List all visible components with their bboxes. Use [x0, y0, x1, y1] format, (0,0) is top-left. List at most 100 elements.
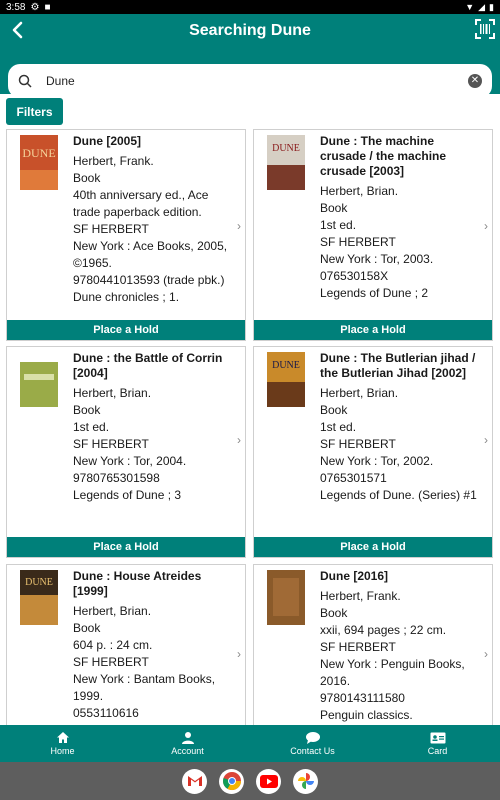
result-isbn: 0553110616 — [73, 706, 139, 720]
battery-icon: ▮ — [489, 1, 494, 12]
result-title: Dune [2005] — [73, 134, 142, 148]
result-call-number: SF HERBERT — [73, 222, 149, 236]
book-cover-image: DUNE — [20, 570, 58, 625]
search-input[interactable] — [46, 74, 468, 88]
filters-button[interactable]: Filters — [6, 98, 63, 125]
result-title: Dune [2016] — [320, 569, 389, 583]
result-card[interactable]: DUNE Dune : The Butlerian jihad / the Bu… — [253, 346, 493, 558]
result-publisher: New York : Ace Books, 2005, ©1965. — [73, 239, 228, 270]
book-cover-image — [267, 570, 305, 625]
clear-search-button[interactable]: ✕ — [468, 74, 482, 88]
nav-home[interactable]: Home — [0, 725, 125, 762]
result-author: Herbert, Brian. — [320, 386, 399, 400]
photos-icon — [297, 773, 314, 789]
result-format: Book — [73, 621, 101, 635]
chat-icon — [305, 732, 320, 744]
result-card[interactable]: DUNE Dune [2005] Herbert, Frank. Book 40… — [6, 129, 246, 341]
result-format: Book — [320, 201, 348, 215]
result-call-number: SF HERBERT — [320, 235, 396, 249]
result-publisher: New York : Penguin Books, 2016. — [320, 657, 465, 688]
close-icon: ✕ — [470, 75, 480, 86]
nav-label: Contact Us — [290, 746, 335, 756]
result-author: Herbert, Frank. — [73, 154, 154, 168]
result-publisher: New York : Tor, 2004. — [73, 454, 187, 468]
result-call-number: SF HERBERT — [320, 640, 396, 654]
chevron-right-icon: › — [237, 647, 241, 661]
result-format: Book — [73, 403, 101, 417]
chevron-right-icon: › — [237, 219, 241, 233]
youtube-app[interactable] — [256, 768, 281, 794]
chrome-app[interactable] — [219, 768, 244, 794]
svg-text:DUNE: DUNE — [272, 360, 300, 371]
result-series: Dune chronicles ; 1. — [73, 290, 180, 304]
chevron-right-icon: › — [484, 219, 488, 233]
nav-label: Home — [50, 746, 75, 756]
settings-status-icon: ⚙ — [30, 1, 40, 13]
book-cover-image: DUNE — [267, 135, 305, 190]
place-hold-button[interactable]: Place a Hold — [254, 320, 492, 340]
result-author: Herbert, Brian. — [73, 604, 152, 618]
barcode-scan-button[interactable] — [474, 18, 495, 39]
status-bar: 3:58 ⚙ ■ ▼ ◢ ▮ — [0, 0, 500, 14]
photos-app[interactable] — [293, 768, 318, 794]
youtube-icon — [259, 774, 278, 788]
home-icon — [56, 732, 69, 743]
results-list: DUNE Dune [2005] Herbert, Frank. Book 40… — [0, 128, 500, 725]
nav-contact-us[interactable]: Contact Us — [250, 725, 375, 762]
barcode-scan-icon — [475, 19, 495, 39]
result-info: Dune : The Butlerian jihad / the Butleri… — [320, 351, 478, 504]
result-edition: 604 p. : 24 cm. — [73, 638, 153, 652]
nav-account[interactable]: Account — [125, 725, 250, 762]
result-series: Legends of Dune ; 2 — [320, 286, 429, 300]
result-card[interactable]: DUNE Dune : House Atreides [1999] Herber… — [6, 564, 246, 725]
system-taskbar — [0, 762, 500, 800]
svg-text:DUNE: DUNE — [25, 577, 53, 588]
gmail-app[interactable] — [182, 768, 207, 794]
result-call-number: SF HERBERT — [320, 437, 396, 451]
chevron-right-icon: › — [484, 647, 488, 661]
result-edition: 1st ed. — [73, 420, 110, 434]
chevron-right-icon: › — [484, 433, 488, 447]
result-call-number: SF HERBERT — [73, 655, 149, 669]
result-info: Dune : the Battle of Corrin [2004] Herbe… — [73, 351, 231, 504]
bottom-nav: Home Account Contact Us Card — [0, 725, 500, 762]
notification-status-icon: ■ — [44, 1, 51, 13]
result-publisher: New York : Tor, 2003. — [320, 252, 434, 266]
result-info: Dune [2005] Herbert, Frank. Book 40th an… — [73, 134, 231, 306]
result-info: Dune [2016] Herbert, Frank. Book xxii, 6… — [320, 569, 478, 724]
result-edition: 1st ed. — [320, 420, 357, 434]
wifi-icon: ▼ — [465, 2, 475, 12]
result-call-number: SF HERBERT — [73, 437, 149, 451]
card-icon — [430, 732, 445, 743]
result-title: Dune : House Atreides [1999] — [73, 569, 202, 598]
place-hold-button[interactable]: Place a Hold — [254, 537, 492, 557]
result-format: Book — [73, 171, 101, 185]
signal-icon: ◢ — [478, 1, 486, 12]
book-cover-image — [20, 352, 58, 407]
nav-card[interactable]: Card — [375, 725, 500, 762]
result-format: Book — [320, 403, 348, 417]
result-title: Dune : the Battle of Corrin [2004] — [73, 351, 223, 380]
gmail-icon — [187, 776, 202, 786]
result-format: Book — [320, 606, 348, 620]
result-isbn: 9780765301598 — [73, 471, 160, 485]
nav-label: Card — [427, 745, 448, 756]
chrome-icon — [222, 772, 241, 791]
result-series: Legends of Dune ; 3 — [73, 488, 182, 502]
page-title: Searching Dune — [189, 22, 311, 39]
result-title: Dune : The machine crusade / the machine… — [320, 134, 447, 178]
result-edition: 40th anniversary ed., Ace trade paperbac… — [73, 188, 209, 219]
place-hold-button[interactable]: Place a Hold — [7, 537, 245, 557]
place-hold-button[interactable]: Place a Hold — [7, 320, 245, 340]
svg-text:DUNE: DUNE — [22, 146, 55, 160]
result-card[interactable]: Dune : the Battle of Corrin [2004] Herbe… — [6, 346, 246, 558]
nav-label: Account — [171, 746, 204, 756]
result-series: Legends of Dune. (Series) #1 — [320, 488, 477, 502]
result-author: Herbert, Brian. — [320, 184, 399, 198]
book-cover-image: DUNE — [267, 352, 305, 407]
result-edition: xxii, 694 pages ; 22 cm. — [320, 623, 447, 637]
result-card[interactable]: Dune [2016] Herbert, Frank. Book xxii, 6… — [253, 564, 493, 725]
result-isbn: 076530158X — [320, 269, 389, 283]
result-card[interactable]: DUNE Dune : The machine crusade / the ma… — [253, 129, 493, 341]
result-isbn: 9780441013593 (trade pbk.) — [73, 273, 225, 287]
